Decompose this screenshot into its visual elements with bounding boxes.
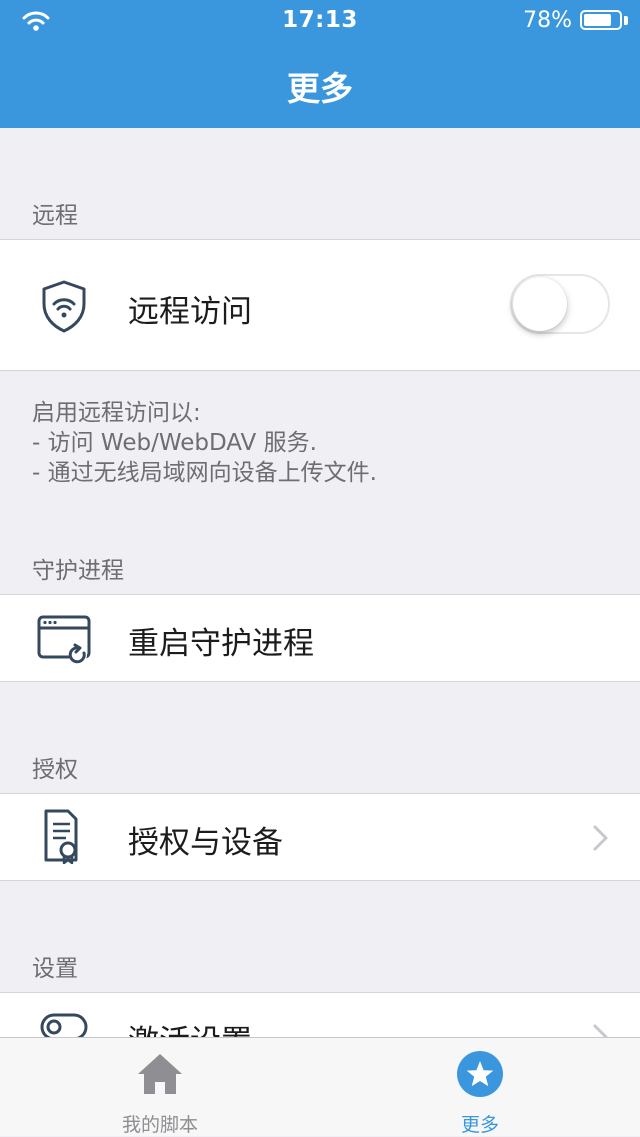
remote-access-footnote: 启用远程访问以: - 访问 Web/WebDAV 服务. - 通过无线局域网向设… [32, 398, 377, 488]
section-header-remote: 远程 [32, 203, 78, 229]
remote-access-row[interactable]: 远程访问 [0, 239, 640, 371]
window-restart-icon [37, 615, 91, 664]
tab-more[interactable]: 更多 [400, 1038, 560, 1136]
license-devices-row[interactable]: 授权与设备 [0, 793, 640, 881]
footnote-line: - 访问 Web/WebDAV 服务. [32, 430, 317, 456]
section-header-license: 授权 [32, 757, 78, 783]
battery-tip [624, 16, 628, 25]
license-devices-label: 授权与设备 [128, 825, 283, 861]
tab-my-scripts[interactable]: 我的脚本 [80, 1038, 240, 1136]
certificate-icon [44, 809, 78, 864]
battery-level [584, 14, 611, 26]
section-header-daemon: 守护进程 [32, 558, 124, 584]
shield-wifi-icon [42, 280, 86, 333]
tab-label-more: 更多 [460, 1114, 499, 1136]
tab-bar: 我的脚本 更多 [0, 1037, 640, 1136]
footnote-line: 启用远程访问以: [32, 400, 201, 426]
section-header-settings: 设置 [32, 956, 78, 982]
battery-icon [580, 10, 622, 30]
nav-header: 17:13 78% 更多 [0, 0, 640, 128]
footnote-line: - 通过无线局域网向设备上传文件. [32, 460, 377, 486]
home-icon [138, 1054, 182, 1094]
battery-percentage: 78% [523, 8, 572, 33]
chevron-right-icon [593, 825, 608, 851]
restart-daemon-row[interactable]: 重启守护进程 [0, 594, 640, 682]
star-icon [457, 1051, 503, 1097]
restart-daemon-label: 重启守护进程 [128, 626, 314, 662]
toggle-knob [513, 277, 567, 331]
page-title: 更多 [287, 69, 353, 108]
status-bar: 17:13 78% [0, 0, 640, 40]
tab-label-my-scripts: 我的脚本 [121, 1114, 198, 1136]
remote-access-toggle[interactable] [510, 274, 610, 334]
remote-access-label: 远程访问 [128, 294, 252, 330]
